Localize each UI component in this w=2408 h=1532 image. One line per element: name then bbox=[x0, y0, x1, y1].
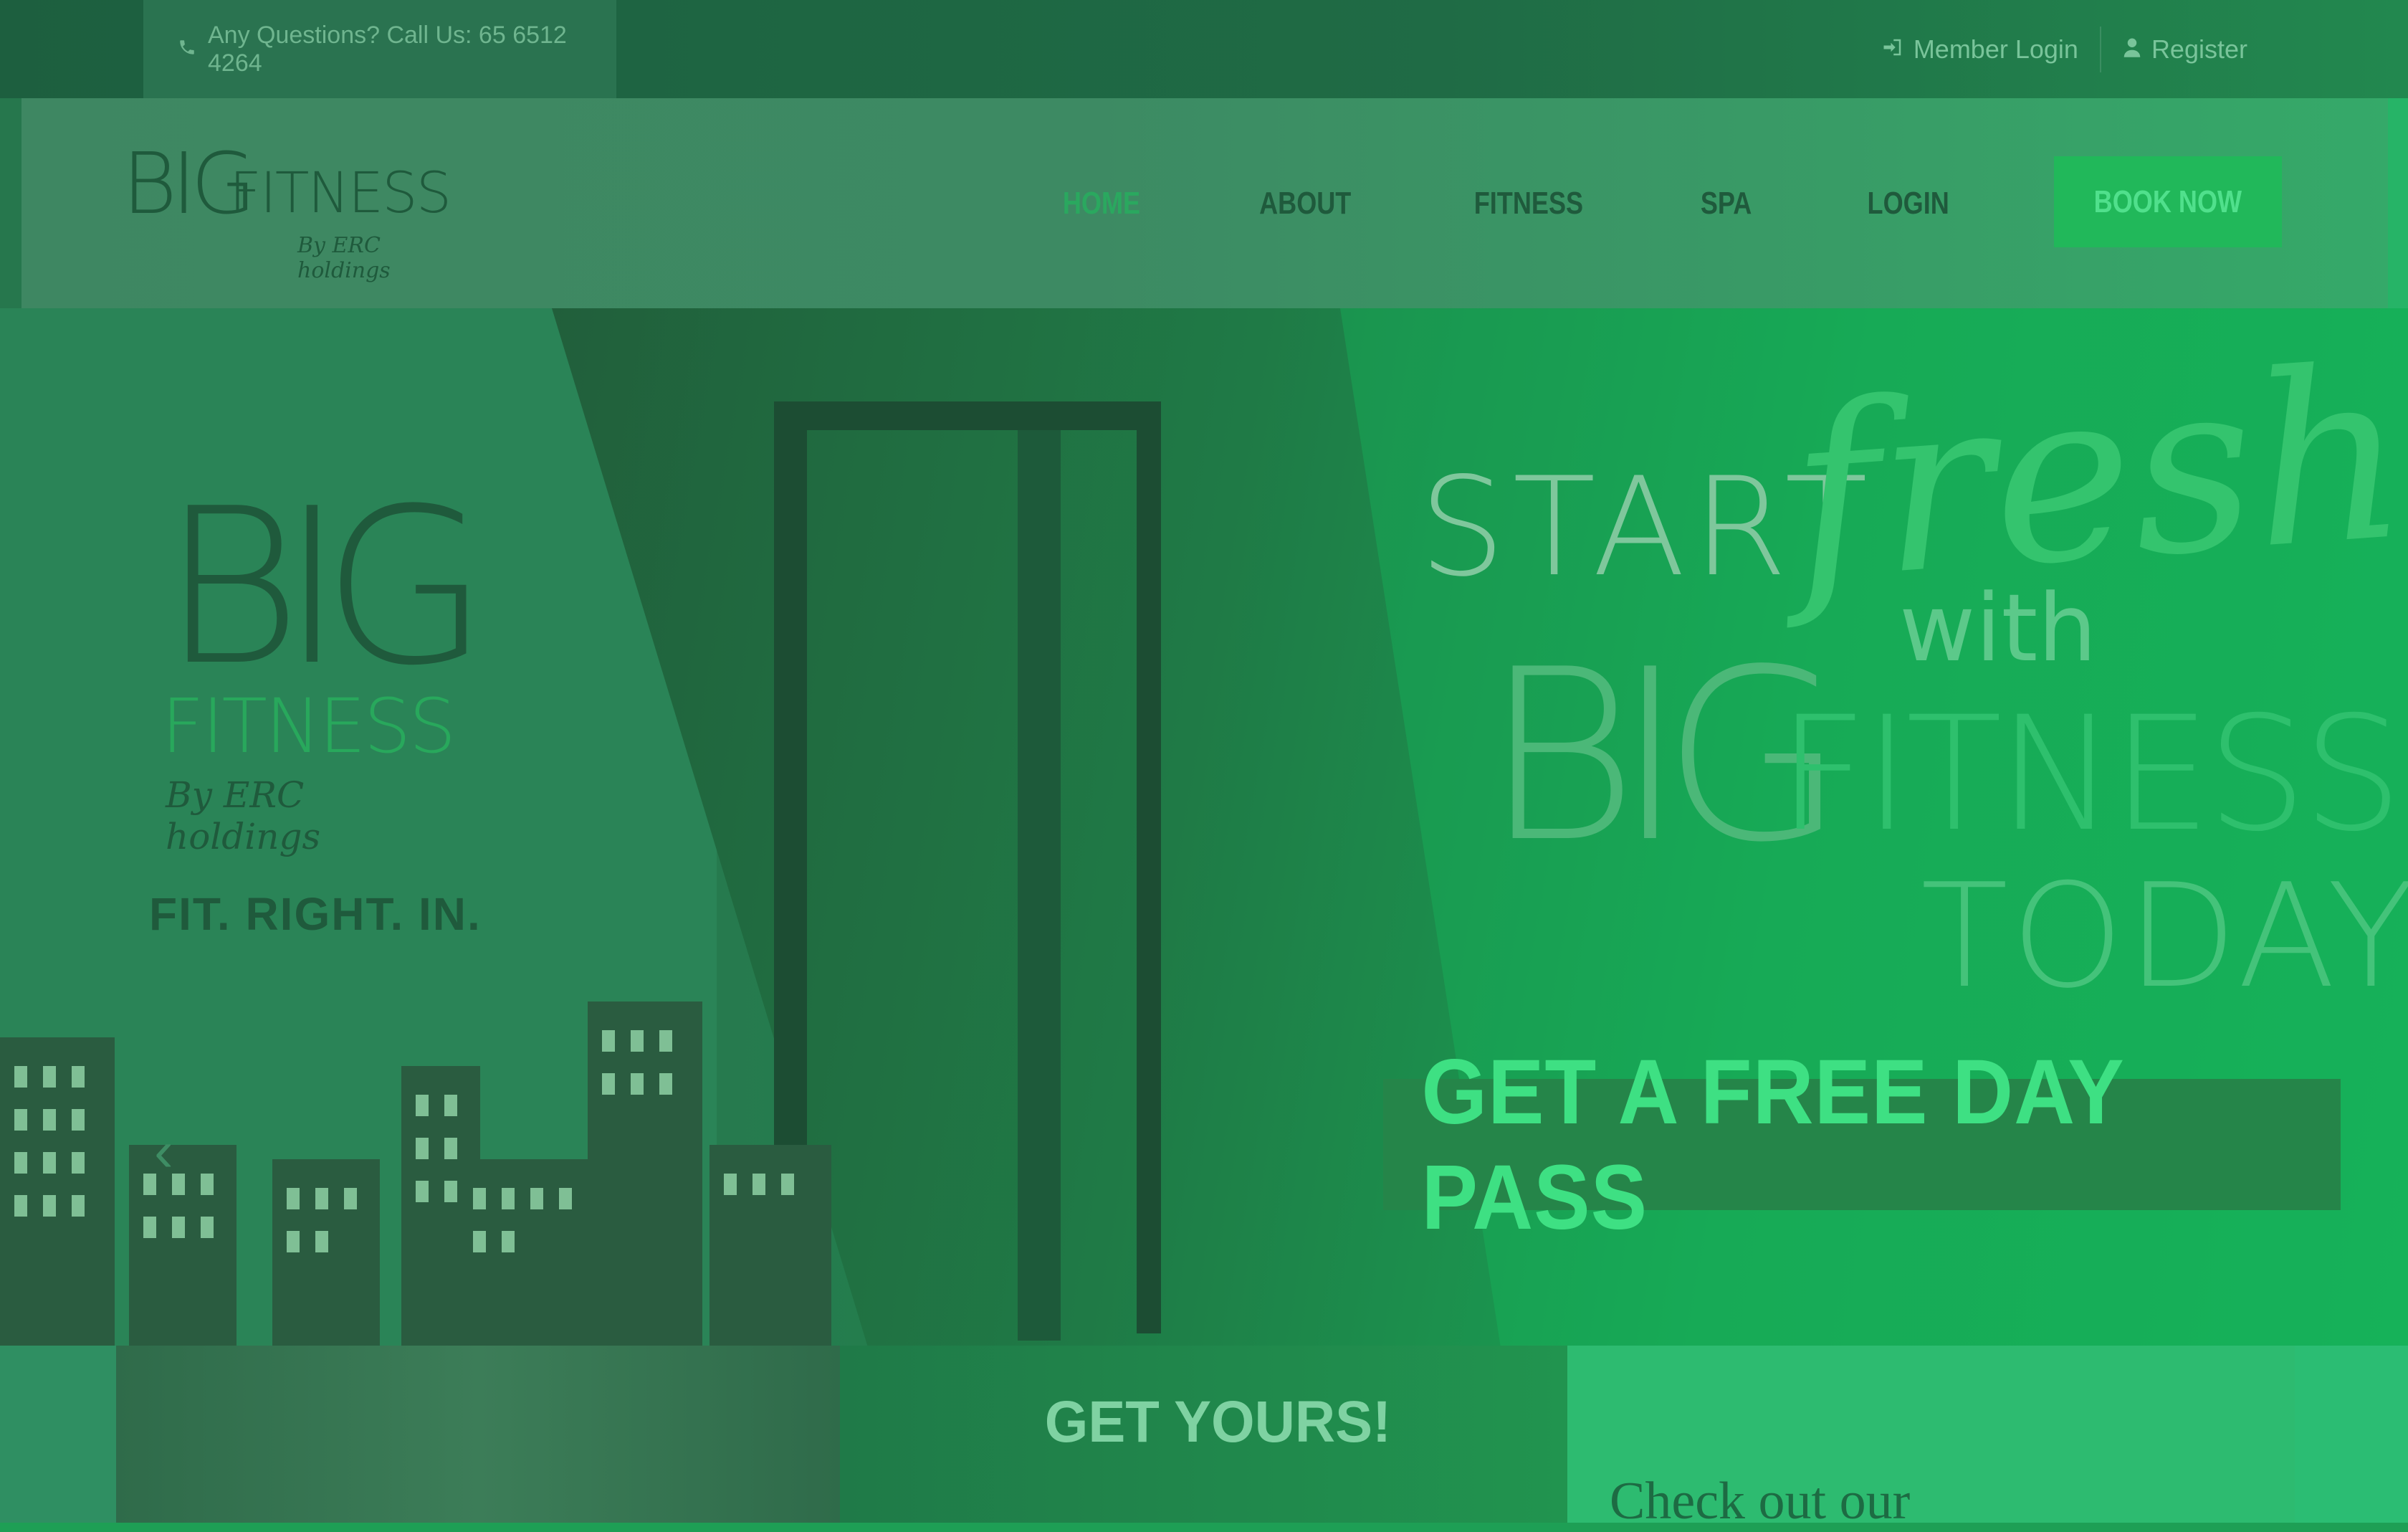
hero-slider: BIG FITNESS By ERC holdings FIT. RIGHT. … bbox=[0, 308, 2408, 1346]
hero-logo-by: By ERC holdings bbox=[166, 774, 321, 857]
login-icon bbox=[1882, 34, 1903, 65]
divider bbox=[2099, 26, 2101, 72]
hero-logo-fitness: FITNESS bbox=[161, 682, 457, 770]
main-nav: HOME ABOUT FITNESS SPA LOGIN bbox=[1054, 157, 1958, 250]
free-day-pass-button[interactable]: GET A FREE DAY PASS bbox=[1383, 1041, 2341, 1249]
nav-home[interactable]: HOME bbox=[1063, 186, 1140, 222]
nav-login[interactable]: LOGIN bbox=[1867, 186, 1949, 222]
book-now-button[interactable]: BOOK NOW bbox=[2054, 156, 2282, 247]
hero-tagline: FIT. RIGHT. IN. bbox=[149, 888, 482, 940]
nav-fitness[interactable]: FITNESS bbox=[1473, 186, 1582, 222]
user-icon bbox=[2123, 34, 2141, 65]
promo-image-1[interactable] bbox=[116, 1346, 840, 1523]
nav-about[interactable]: ABOUT bbox=[1259, 186, 1351, 222]
hero-logo: BIG FITNESS By ERC holdings bbox=[161, 462, 489, 858]
free-day-pass-label: GET A FREE DAY PASS bbox=[1421, 1040, 2123, 1249]
check-out-heading: Check out our bbox=[1610, 1472, 1911, 1531]
header-edge-right bbox=[2388, 98, 2408, 308]
account-links: Member Login Register bbox=[1882, 0, 2247, 98]
contact-text: Any Questions? Call Us: 65 6512 4264 bbox=[208, 21, 567, 77]
header-edge-left bbox=[0, 98, 22, 308]
promo-edge-right bbox=[2295, 1346, 2408, 1523]
nav-spa[interactable]: SPA bbox=[1701, 186, 1752, 222]
headline-big: BIG bbox=[1484, 619, 1845, 894]
member-login-link[interactable]: Member Login bbox=[1882, 34, 2078, 65]
site-logo[interactable]: BIG FITNESS By ERC holdings bbox=[122, 141, 452, 283]
top-bar: Any Questions? Call Us: 65 6512 4264 Mem… bbox=[0, 0, 2408, 98]
gym-rack-post bbox=[1018, 430, 1061, 1341]
headline-fitness: FITNESS bbox=[1777, 682, 2403, 866]
headline-with: with bbox=[1899, 574, 2097, 682]
register-link[interactable]: Register bbox=[2123, 34, 2247, 65]
register-label: Register bbox=[2151, 34, 2247, 64]
member-login-label: Member Login bbox=[1913, 34, 2078, 64]
get-yours-heading: GET YOURS! bbox=[1044, 1389, 1392, 1455]
city-skyline-illustration bbox=[0, 989, 846, 1346]
phone-icon bbox=[178, 35, 196, 63]
logo-by: By ERC holdings bbox=[297, 233, 391, 283]
contact-info: Any Questions? Call Us: 65 6512 4264 bbox=[143, 0, 616, 98]
promo-strip: GET YOURS! Check out our bbox=[0, 1346, 2408, 1531]
headline-today: TODAY bbox=[1921, 853, 2408, 1020]
promo-edge-left bbox=[0, 1346, 116, 1523]
slider-prev-arrow[interactable]: ‹ bbox=[154, 1118, 173, 1184]
logo-fitness: FITNESS bbox=[229, 161, 452, 226]
header: BIG FITNESS By ERC holdings HOME ABOUT F… bbox=[22, 98, 2388, 308]
book-now-label: BOOK NOW bbox=[2093, 184, 2242, 219]
hero-logo-big: BIG bbox=[161, 462, 489, 713]
